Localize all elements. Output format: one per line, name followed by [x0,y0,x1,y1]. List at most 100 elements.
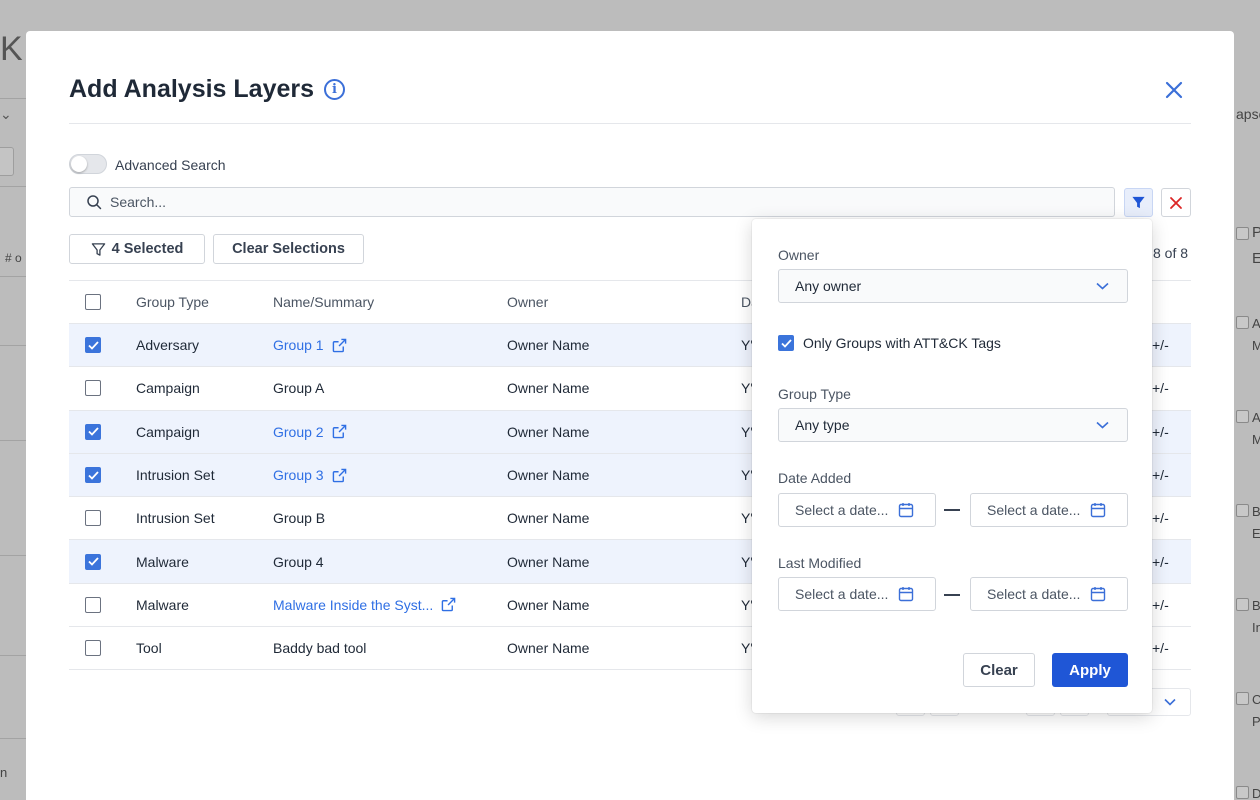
row-group-type: Intrusion Set [136,467,215,484]
clear-filter-button[interactable] [1161,188,1191,217]
search-input[interactable] [110,194,1010,210]
external-link-icon[interactable] [332,338,347,353]
calendar-icon [899,503,914,518]
row-checkbox[interactable] [85,640,101,657]
bg-column-fragment: # o [5,251,22,265]
date-range-dash [944,509,960,511]
header-owner[interactable]: Owner [507,294,741,310]
header-name-summary[interactable]: Name/Summary [273,294,507,310]
row-group-type: Malware [136,596,189,613]
filter-icon [1132,196,1145,209]
row-add-remove[interactable]: +/- [1152,467,1169,483]
date-added-label: Date Added [778,470,852,486]
external-link-icon [442,598,456,612]
last-modified-to[interactable]: Select a date... [970,577,1128,611]
row-name[interactable]: Group 2 [273,424,507,440]
selected-count-label: 4 Selected [111,241,184,257]
filter-apply-button[interactable]: Apply [1052,653,1128,687]
bg-input-fragment [0,147,14,176]
row-owner: Owner Name [507,467,590,484]
row-checkbox[interactable] [85,423,101,440]
row-owner: Owner Name [507,380,590,397]
row-owner: Owner Name [507,596,590,613]
row-add-remove[interactable]: +/- [1152,424,1169,440]
row-owner: Owner Name [507,510,590,527]
row-name-text[interactable]: Group 2 [273,424,324,440]
owner-select-value: Any owner [795,278,862,294]
row-name-text[interactable]: Malware Inside the Syst... [273,597,433,613]
row-checkbox[interactable] [85,467,101,484]
bg-collapse-fragment: apse [1236,106,1260,122]
owner-label: Owner [778,247,820,263]
attck-label: Only Groups with ATT&CK Tags [803,335,1001,351]
group-type-select[interactable]: Any type [778,408,1128,442]
bg-chevron: ⌄ [0,106,12,122]
attck-filter-option[interactable]: Only Groups with ATT&CK Tags [778,335,1001,351]
row-group-type: Intrusion Set [136,510,215,527]
clear-selections-button[interactable]: Clear Selections [213,234,364,264]
row-name-text: Group A [273,380,325,397]
calendar-icon [1091,503,1106,518]
row-checkbox[interactable] [85,553,101,570]
close-button[interactable] [1161,77,1187,103]
row-group-type: Malware [136,553,189,570]
date-added-from[interactable]: Select a date... [778,493,936,527]
row-add-remove[interactable]: +/- [1152,510,1169,526]
advanced-search-label: Advanced Search [115,157,226,173]
filter-popover: Owner Any owner Only Groups with ATT&CK … [752,219,1152,713]
search-icon [87,195,102,210]
check-icon [780,338,792,348]
group-type-label: Group Type [778,386,851,402]
selected-filter-button[interactable]: 4 Selected [69,234,205,264]
row-owner: Owner Name [507,337,590,354]
row-name-text[interactable]: Group 1 [273,337,324,353]
close-icon [1165,81,1183,99]
chevron-down-icon [1096,421,1109,429]
header-group-type[interactable]: Group Type [136,294,273,310]
close-icon [1170,196,1182,209]
row-add-remove[interactable]: +/- [1152,337,1169,353]
row-name[interactable]: Group 3 [273,467,507,483]
select-all-checkbox[interactable] [85,294,101,310]
advanced-search-toggle[interactable] [69,154,107,174]
row-owner: Owner Name [507,423,590,440]
row-group-type: Campaign [136,380,200,397]
header-divider [69,123,1191,124]
date-placeholder: Select a date... [987,586,1081,602]
check-icon [87,341,99,350]
filter-clear-button[interactable]: Clear [963,653,1035,687]
row-add-remove[interactable]: +/- [1152,597,1169,613]
row-add-remove[interactable]: +/- [1152,554,1169,570]
external-link-icon [332,468,346,482]
date-added-to[interactable]: Select a date... [970,493,1128,527]
row-checkbox[interactable] [85,380,101,397]
modal-header: Add Analysis Layers i [69,75,346,104]
row-group-type: Adversary [136,337,200,354]
check-icon [87,470,99,480]
date-placeholder: Select a date... [795,586,889,602]
external-link-icon[interactable] [332,424,347,439]
search-bar [69,187,1115,217]
attck-checkbox[interactable] [778,335,794,351]
row-checkbox[interactable] [85,596,101,613]
external-link-icon[interactable] [441,597,456,612]
info-icon[interactable]: i [324,79,346,100]
row-add-remove[interactable]: +/- [1152,380,1169,396]
date-range-dash [944,594,960,596]
date-placeholder: Select a date... [987,502,1081,518]
last-modified-label: Last Modified [778,555,862,571]
bg-bottom-fragment: n [0,765,8,780]
row-add-remove[interactable]: +/- [1152,640,1169,656]
row-name-text[interactable]: Group 3 [273,467,324,483]
row-checkbox[interactable] [85,510,101,527]
calendar-icon [899,587,914,602]
filter-button[interactable] [1124,188,1153,217]
row-name[interactable]: Group 1 [273,337,507,353]
row-checkbox[interactable] [85,337,101,354]
row-name[interactable]: Malware Inside the Syst... [273,597,507,613]
last-modified-from[interactable]: Select a date... [778,577,936,611]
row-owner: Owner Name [507,640,590,657]
external-link-icon[interactable] [332,468,347,483]
owner-select[interactable]: Any owner [778,269,1128,303]
chevron-down-icon [1164,698,1176,706]
